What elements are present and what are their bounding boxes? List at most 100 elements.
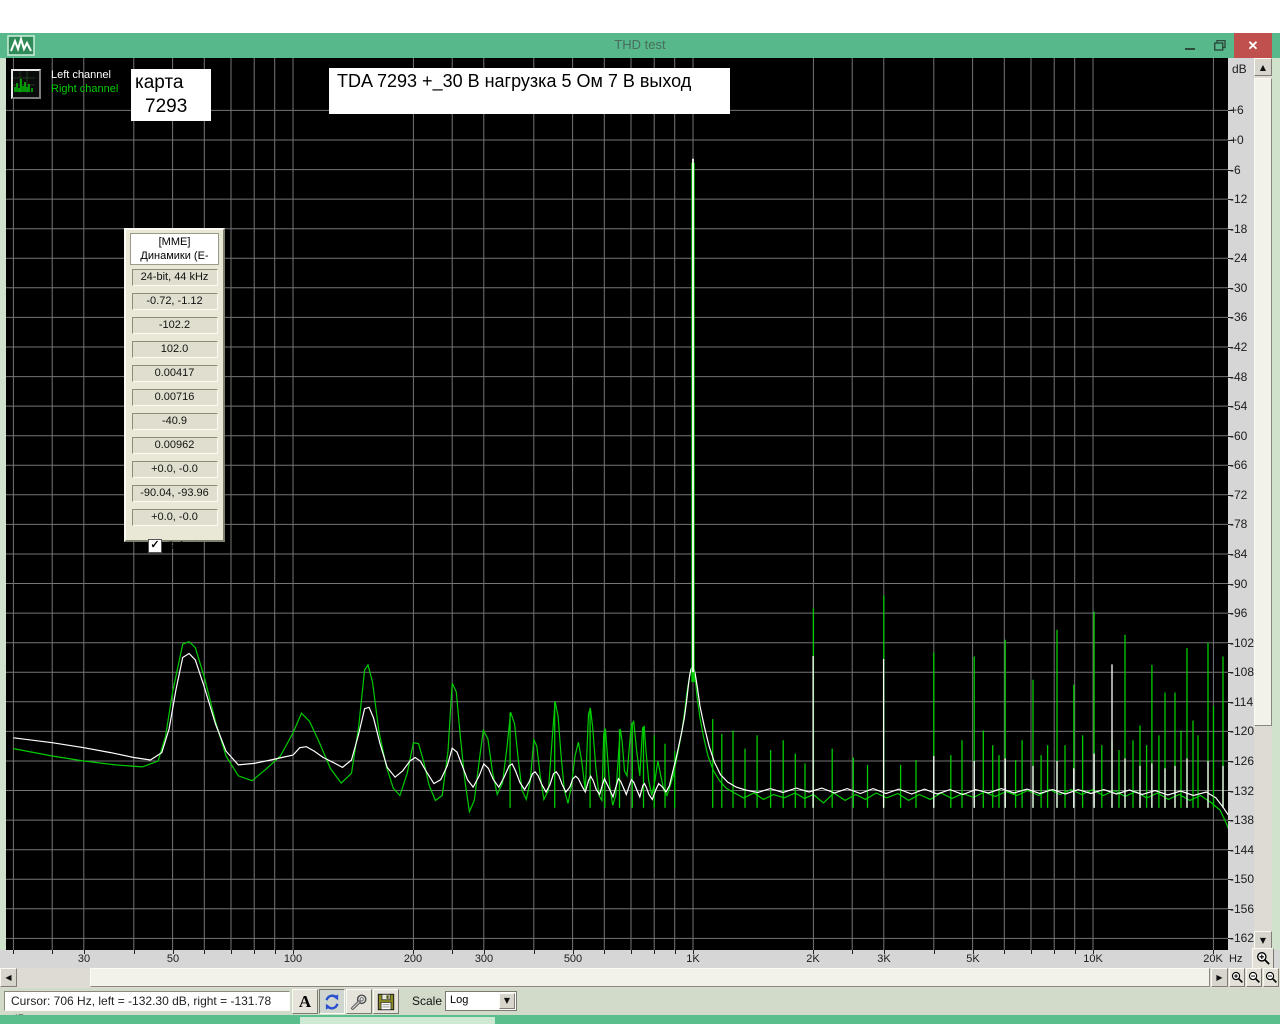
spectrum-thumbnail-icon[interactable] <box>11 69 41 99</box>
font-button[interactable]: A <box>292 989 318 1014</box>
frequency-axis: 30501002003005001K2K3K5K10K20K Hz <box>0 950 1280 968</box>
freq-tick-mark <box>1054 950 1055 954</box>
db-axis-unit: dB <box>1232 62 1247 76</box>
save-floppy-icon <box>377 993 395 1011</box>
db-tick-mark <box>1228 317 1233 318</box>
db-tick-mark <box>1228 731 1233 732</box>
db-tick-mark <box>1228 791 1233 792</box>
db-tick-mark <box>1228 879 1233 880</box>
freq-tick-mark <box>604 950 605 954</box>
freq-tick-label: 500 <box>556 953 590 965</box>
options-button[interactable] <box>346 989 372 1014</box>
db-tick-mark <box>1228 199 1233 200</box>
db-tick-mark <box>1228 850 1233 851</box>
db-tick-mark <box>1228 761 1233 762</box>
db-axis: dB +6+0-6-12-18-24-30-36-42-48-54-60-66-… <box>1228 58 1254 950</box>
test-title-text: TDA 7293 +_30 В нагрузка 5 Ом 7 В выход <box>337 71 691 91</box>
freq-tick-label: 300 <box>467 953 501 965</box>
db-tick-mark <box>1228 820 1233 821</box>
legend-right-channel: Right channel <box>51 82 118 96</box>
measurement-field: -0.72, -1.12 <box>132 293 218 310</box>
db-tick-mark <box>1228 643 1233 644</box>
db-tick-label: -150 <box>1230 872 1254 886</box>
card-note-line2: 7293 <box>135 95 211 119</box>
horizontal-scroll-thumb[interactable] <box>90 968 1210 987</box>
db-tick-mark <box>1228 258 1233 259</box>
vertical-scrollbar[interactable]: ▲ ▼ <box>1254 58 1272 950</box>
zoom-in-vertical-button[interactable] <box>1252 948 1274 969</box>
scale-dropdown[interactable]: Log ▼ <box>445 991 517 1011</box>
restore-button[interactable] <box>1206 33 1234 58</box>
restore-icon <box>1214 40 1226 51</box>
freq-tick-mark <box>1031 950 1032 954</box>
scroll-left-button[interactable]: ◀ <box>0 968 17 987</box>
scale-label: Scale <box>412 994 442 1008</box>
db-tick-mark <box>1228 465 1233 466</box>
magnifier-minus-icon <box>1248 971 1261 984</box>
scale-dropdown-value: Log <box>450 994 468 1006</box>
db-tick-mark <box>1228 584 1233 585</box>
font-icon: A <box>299 992 311 1012</box>
freq-tick-mark <box>13 950 14 954</box>
measurement-field: 102.0 <box>132 341 218 358</box>
minimize-icon <box>1185 48 1195 50</box>
freq-tick-mark <box>452 950 453 954</box>
device-header-line2: Динамики (E- <box>131 249 218 263</box>
freq-tick-mark <box>134 950 135 954</box>
db-tick-mark <box>1228 288 1233 289</box>
titlebar: THD test ✕ <box>0 33 1280 59</box>
db-tick-mark <box>1228 347 1233 348</box>
db-tick-label: -132 <box>1230 784 1254 798</box>
db-tick-label: -138 <box>1230 813 1254 827</box>
db-tick-mark <box>1228 702 1233 703</box>
measurement-field: +0.0, -0.0 <box>132 509 218 526</box>
close-button[interactable]: ✕ <box>1234 33 1272 58</box>
channel-legend: Left channel Right channel <box>51 68 118 96</box>
zoom-in-horizontal-button[interactable] <box>1229 968 1245 987</box>
db-tick-mark <box>1228 377 1233 378</box>
window-title: THD test <box>0 37 1280 52</box>
db-tick-label: -126 <box>1230 754 1254 768</box>
magnifier-plus-icon <box>1256 951 1271 966</box>
select-checkbox[interactable]: ✓ <box>148 539 162 553</box>
db-tick-mark <box>1228 909 1233 910</box>
freq-tick-mark <box>934 950 935 954</box>
freq-tick-label: 10K <box>1076 953 1110 965</box>
scroll-right-button[interactable]: ▶ <box>1211 968 1228 987</box>
dropdown-arrow-icon[interactable]: ▼ <box>499 993 515 1009</box>
test-title-box: TDA 7293 +_30 В нагрузка 5 Ом 7 В выход <box>329 68 730 114</box>
freq-tick-label: 200 <box>396 953 430 965</box>
freq-tick-label: 20K <box>1196 953 1230 965</box>
right-channel-trace <box>13 642 1228 833</box>
measurement-panel[interactable]: [MME] Динамики (E- 24-bit, 44 kHz-0.72, … <box>124 228 225 542</box>
refresh-icon <box>323 993 341 1011</box>
zoom-out-vertical-button[interactable] <box>1263 968 1279 987</box>
freq-tick-mark <box>231 950 232 954</box>
freq-tick-label: 30 <box>67 953 101 965</box>
select-option[interactable]: ✓ Select <box>148 539 223 553</box>
horizontal-scrollbar[interactable]: ◀ ▶ <box>0 968 1280 988</box>
freq-tick-mark <box>1004 950 1005 954</box>
legend-left-channel: Left channel <box>51 68 118 82</box>
freq-tick-label: 1K <box>676 953 710 965</box>
scroll-down-button[interactable]: ▼ <box>1254 931 1272 949</box>
magnifier-minus-icon <box>1265 971 1278 984</box>
db-tick-mark <box>1228 613 1233 614</box>
freq-tick-mark <box>52 950 53 954</box>
db-tick-mark <box>1228 406 1233 407</box>
measurement-field: 0.00962 <box>132 437 218 454</box>
screen: THD test ✕ <box>0 0 1280 1024</box>
scroll-up-button[interactable]: ▲ <box>1254 58 1272 76</box>
save-button[interactable] <box>373 989 399 1014</box>
minimize-button[interactable] <box>1176 33 1204 58</box>
device-header-line1: [MME] <box>131 235 218 249</box>
zoom-out-horizontal-button[interactable] <box>1246 968 1262 987</box>
hz-axis-unit: Hz <box>1229 953 1242 965</box>
close-icon: ✕ <box>1248 38 1259 54</box>
wrench-icon <box>350 993 368 1011</box>
refresh-button[interactable] <box>319 989 345 1014</box>
card-note-box: карта 7293 <box>131 69 211 121</box>
taskbar-fragment <box>300 1017 495 1024</box>
vertical-scroll-thumb[interactable] <box>1254 78 1272 726</box>
db-tick-mark <box>1228 110 1233 111</box>
